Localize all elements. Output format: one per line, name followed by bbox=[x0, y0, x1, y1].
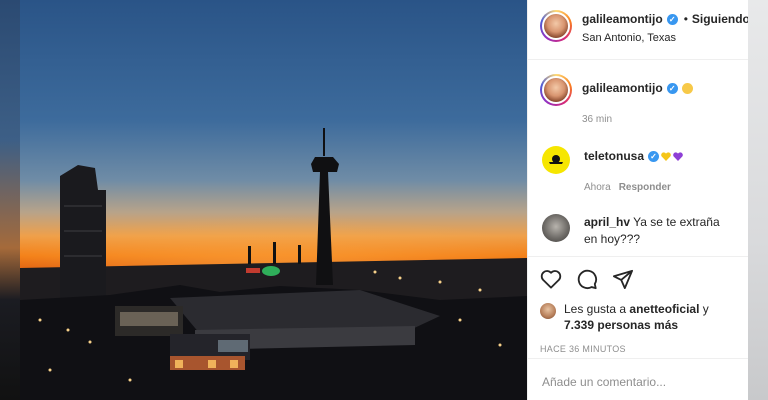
blurred-background-right bbox=[748, 0, 768, 400]
teleton-logo-icon bbox=[549, 155, 563, 164]
post-details-panel: galileamontijo ✓ • Siguiendo San Antonio… bbox=[527, 0, 750, 400]
smiling-face-emoji-icon bbox=[681, 83, 693, 94]
liker-username[interactable]: anetteoficial bbox=[629, 302, 699, 316]
april-hv-avatar[interactable] bbox=[542, 214, 570, 242]
comment-item: teletonusa ✓ Ahora Responder bbox=[540, 146, 736, 196]
separator-dot: • bbox=[683, 12, 688, 26]
caption-time: 36 min bbox=[582, 114, 613, 125]
purple-heart-emoji-icon bbox=[673, 152, 683, 161]
following-button[interactable]: Siguiendo bbox=[692, 12, 750, 26]
teletonusa-avatar[interactable] bbox=[542, 146, 570, 174]
likes-summary: Les gusta a anetteoficial y 7.339 person… bbox=[540, 301, 737, 333]
post-actions: Les gusta a anetteoficial y 7.339 person… bbox=[528, 256, 749, 354]
caption-username[interactable]: galileamontijo bbox=[582, 80, 663, 97]
caption-author-avatar[interactable] bbox=[540, 74, 572, 106]
comment-username[interactable]: teletonusa bbox=[584, 148, 644, 165]
heart-outline-icon[interactable] bbox=[540, 269, 562, 289]
comment-time: Ahora bbox=[584, 182, 611, 193]
liker-avatar[interactable] bbox=[540, 303, 556, 319]
add-comment-input[interactable]: Añade un comentario... bbox=[528, 358, 749, 400]
author-username[interactable]: galileamontijo bbox=[582, 12, 663, 26]
post-timestamp[interactable]: HACE 36 MINUTOS bbox=[540, 344, 737, 354]
likes-conjunction: y bbox=[702, 302, 709, 316]
comment-bubble-icon[interactable] bbox=[576, 268, 598, 290]
post-header: galileamontijo ✓ • Siguiendo San Antonio… bbox=[528, 0, 750, 60]
verified-badge-icon: ✓ bbox=[648, 151, 660, 162]
location-link[interactable]: San Antonio, Texas bbox=[582, 32, 750, 44]
comment-item: april_hv Ya se te extraña en hoy??? bbox=[540, 214, 736, 248]
reply-button[interactable]: Responder bbox=[619, 179, 671, 196]
yellow-heart-emoji-icon bbox=[661, 152, 671, 161]
action-icons bbox=[540, 267, 737, 291]
verified-badge-icon: ✓ bbox=[666, 83, 678, 94]
verified-badge-icon: ✓ bbox=[666, 13, 678, 25]
paper-plane-icon[interactable] bbox=[612, 269, 634, 289]
likes-prefix: Les gusta a bbox=[564, 302, 627, 316]
comments-list: galileamontijo ✓ 36 min teletonusa ✓ Aho… bbox=[528, 74, 748, 248]
post-photo bbox=[20, 0, 527, 400]
blurred-background-left bbox=[0, 0, 20, 400]
sunset-skyline-image bbox=[20, 0, 527, 400]
likes-count[interactable]: 7.339 personas más bbox=[564, 318, 678, 332]
comment-username[interactable]: april_hv bbox=[584, 215, 630, 229]
author-avatar[interactable] bbox=[540, 10, 572, 42]
caption: galileamontijo ✓ 36 min bbox=[540, 74, 736, 128]
